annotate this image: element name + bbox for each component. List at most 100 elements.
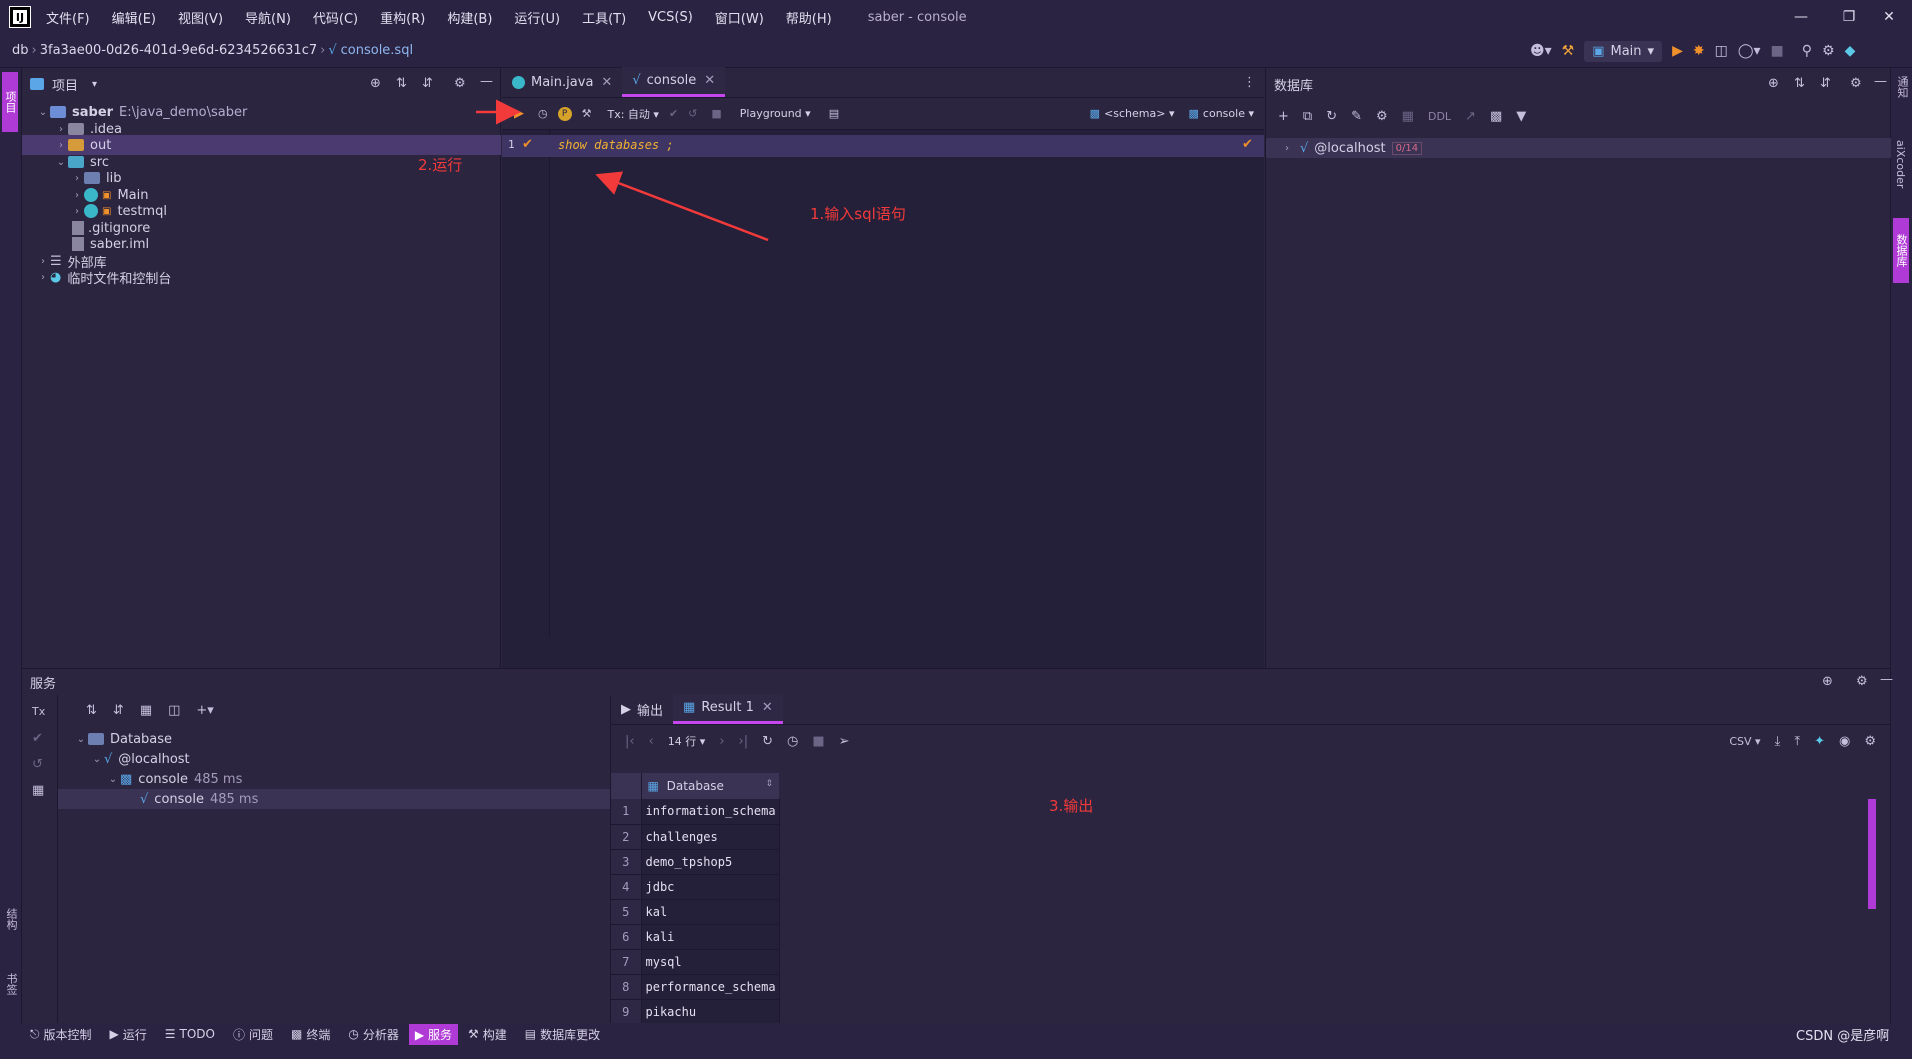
result-scrollbar[interactable] — [1868, 799, 1876, 909]
export-format-label: CSV — [1729, 734, 1752, 748]
collapse-all-icon[interactable]: ⇵ — [113, 703, 124, 718]
tool-todo[interactable]: TODO — [180, 1027, 215, 1041]
new-tab-icon[interactable]: ◫ — [168, 703, 180, 718]
upload-icon[interactable]: ⤒ — [1794, 734, 1800, 749]
settings-gear-icon[interactable]: ⚙ — [1864, 734, 1876, 749]
tool-services-label: 服务 — [427, 1027, 452, 1042]
row-number: 7 — [611, 949, 642, 975]
tree-label: console — [154, 791, 204, 807]
tool-vcs[interactable]: 版本控制 — [44, 1026, 92, 1043]
tool-window-structure[interactable]: 结构 — [3, 908, 19, 930]
hide-pane-icon[interactable]: — — [1880, 672, 1893, 687]
table-row[interactable]: 9 pikachu — [611, 999, 780, 1025]
database-cell[interactable]: kali — [641, 924, 780, 950]
annotation-output: 3.输出 — [1049, 797, 1094, 815]
sql-console-icon: √ — [140, 791, 149, 807]
column-header-database[interactable]: ▦ Database ⇕ — [641, 773, 779, 799]
tool-profiler[interactable]: 分析器 — [363, 1026, 399, 1043]
db-changes-icon: ▤ — [524, 1027, 537, 1041]
download-icon[interactable]: ⤓ — [1775, 734, 1781, 749]
table-row[interactable]: 3 demo_tpshop5 — [611, 849, 780, 875]
layout-icon[interactable]: ▦ — [32, 783, 44, 798]
prev-page-icon[interactable]: ‹ — [649, 734, 654, 749]
rows-count-select[interactable]: 14 行 ▾ — [668, 733, 706, 749]
table-row[interactable]: 7 mysql — [611, 949, 780, 975]
arrow-to-sql — [595, 171, 769, 242]
table-row[interactable]: 6 kali — [611, 924, 780, 950]
database-cell[interactable]: demo_tpshop5 — [641, 849, 780, 875]
annotation-arrows — [476, 99, 769, 242]
export-format-select[interactable]: CSV ▾ — [1729, 735, 1760, 748]
row-number-header — [611, 773, 642, 799]
csdn-watermark: CSDN @是彦啊 — [1796, 1029, 1890, 1044]
refresh-icon[interactable]: ↻ — [762, 734, 773, 749]
tree-label: Database — [110, 731, 173, 747]
terminal-icon: ▩ — [291, 1027, 303, 1041]
table-row[interactable]: 8 performance_schema — [611, 974, 780, 1000]
close-icon[interactable]: ✕ — [762, 700, 773, 715]
tool-build[interactable]: 构建 — [483, 1026, 507, 1043]
tool-problems[interactable]: 问题 — [249, 1026, 273, 1043]
results-tabs: ▶ 输出 ▦ Result 1 ✕ — [611, 694, 1890, 725]
view-icon[interactable]: ◉ — [1839, 734, 1850, 749]
tool-run[interactable]: 运行 — [123, 1026, 147, 1043]
tool-services[interactable]: ▶ 服务 — [408, 1023, 458, 1045]
tool-terminal[interactable]: 终端 — [306, 1026, 330, 1043]
row-number: 8 — [611, 974, 642, 1000]
database-cell[interactable]: kal — [641, 899, 780, 925]
profiler-icon: ◷ — [348, 1027, 359, 1041]
tool-window-bookmarks[interactable]: 书签 — [3, 973, 19, 995]
commit-check-icon[interactable]: ✔ — [32, 731, 43, 746]
service-item-localhost[interactable]: ⌄ √ @localhost — [90, 749, 190, 769]
stop-icon[interactable]: ■ — [812, 734, 824, 749]
sort-icon[interactable]: ⇕ — [765, 779, 773, 789]
services-header: 服务 ⊕ ⚙ — — [22, 669, 1893, 695]
vcs-icon: ⎋ — [30, 1026, 40, 1041]
database-cell[interactable]: performance_schema — [641, 974, 780, 1000]
row-number: 2 — [611, 824, 642, 850]
tool-db-changes[interactable]: 数据库更改 — [540, 1026, 600, 1043]
locate-icon[interactable]: ⊕ — [1822, 674, 1833, 689]
status-bar — [0, 1045, 1912, 1059]
results-toolbar: |‹ ‹ 14 行 ▾ › ›| ↻ ◷ ■ ➢ CSV ▾ ⤓ ⤒ ✦ ◉ ⚙ — [611, 725, 1890, 757]
database-cell[interactable]: challenges — [641, 824, 780, 850]
pin-icon[interactable]: ➢ — [839, 734, 850, 749]
run-icon: ▶ — [109, 1027, 119, 1041]
services-side-toolbar: Tx ✔ ↺ ▦ — [22, 695, 58, 1032]
rollback-icon[interactable]: ↺ — [32, 757, 43, 772]
services-toolbar: ⇅ ⇵ ▦ ◫ +▾ — [58, 695, 632, 725]
next-page-icon[interactable]: › — [719, 734, 724, 749]
execution-time: 485 ms — [193, 771, 243, 787]
row-number: 9 — [611, 999, 642, 1025]
table-row[interactable]: 1 information_schema — [611, 799, 780, 825]
ai-icon[interactable]: ✦ — [1814, 734, 1825, 749]
table-row[interactable]: 2 challenges — [611, 824, 780, 850]
row-number: 1 — [611, 799, 642, 825]
settings-gear-icon[interactable]: ⚙ — [1856, 674, 1868, 689]
row-number: 3 — [611, 849, 642, 875]
tab-output[interactable]: ▶ 输出 — [611, 694, 673, 724]
service-item-console[interactable]: √ console 485 ms — [58, 789, 632, 809]
mysql-icon: √ — [104, 751, 113, 767]
group-icon[interactable]: ▦ — [140, 703, 152, 718]
chevron-down-icon: ⌄ — [76, 733, 86, 745]
tab-label: Result 1 — [701, 700, 754, 715]
database-cell[interactable]: mysql — [641, 949, 780, 975]
build-hammer-icon: ⚒ — [467, 1027, 479, 1041]
database-cell[interactable]: jdbc — [641, 874, 780, 900]
table-row[interactable]: 4 jdbc — [611, 874, 780, 900]
add-service-icon[interactable]: +▾ — [196, 703, 213, 718]
output-icon: ▶ — [621, 701, 631, 717]
tx-icon[interactable]: Tx — [32, 705, 45, 718]
row-number: 5 — [611, 899, 642, 925]
expand-all-icon[interactable]: ⇅ — [86, 703, 97, 718]
service-item-database[interactable]: ⌄ Database — [74, 729, 172, 749]
database-cell[interactable]: information_schema — [641, 799, 780, 825]
service-item-console-session[interactable]: ⌄ ▩ console 485 ms — [106, 769, 243, 789]
database-cell[interactable]: pikachu — [641, 999, 780, 1025]
tab-result-1[interactable]: ▦ Result 1 ✕ — [673, 694, 783, 724]
table-row[interactable]: 5 kal — [611, 899, 780, 925]
first-page-icon[interactable]: |‹ — [625, 734, 635, 749]
history-icon[interactable]: ◷ — [787, 734, 798, 749]
last-page-icon[interactable]: ›| — [739, 734, 749, 749]
